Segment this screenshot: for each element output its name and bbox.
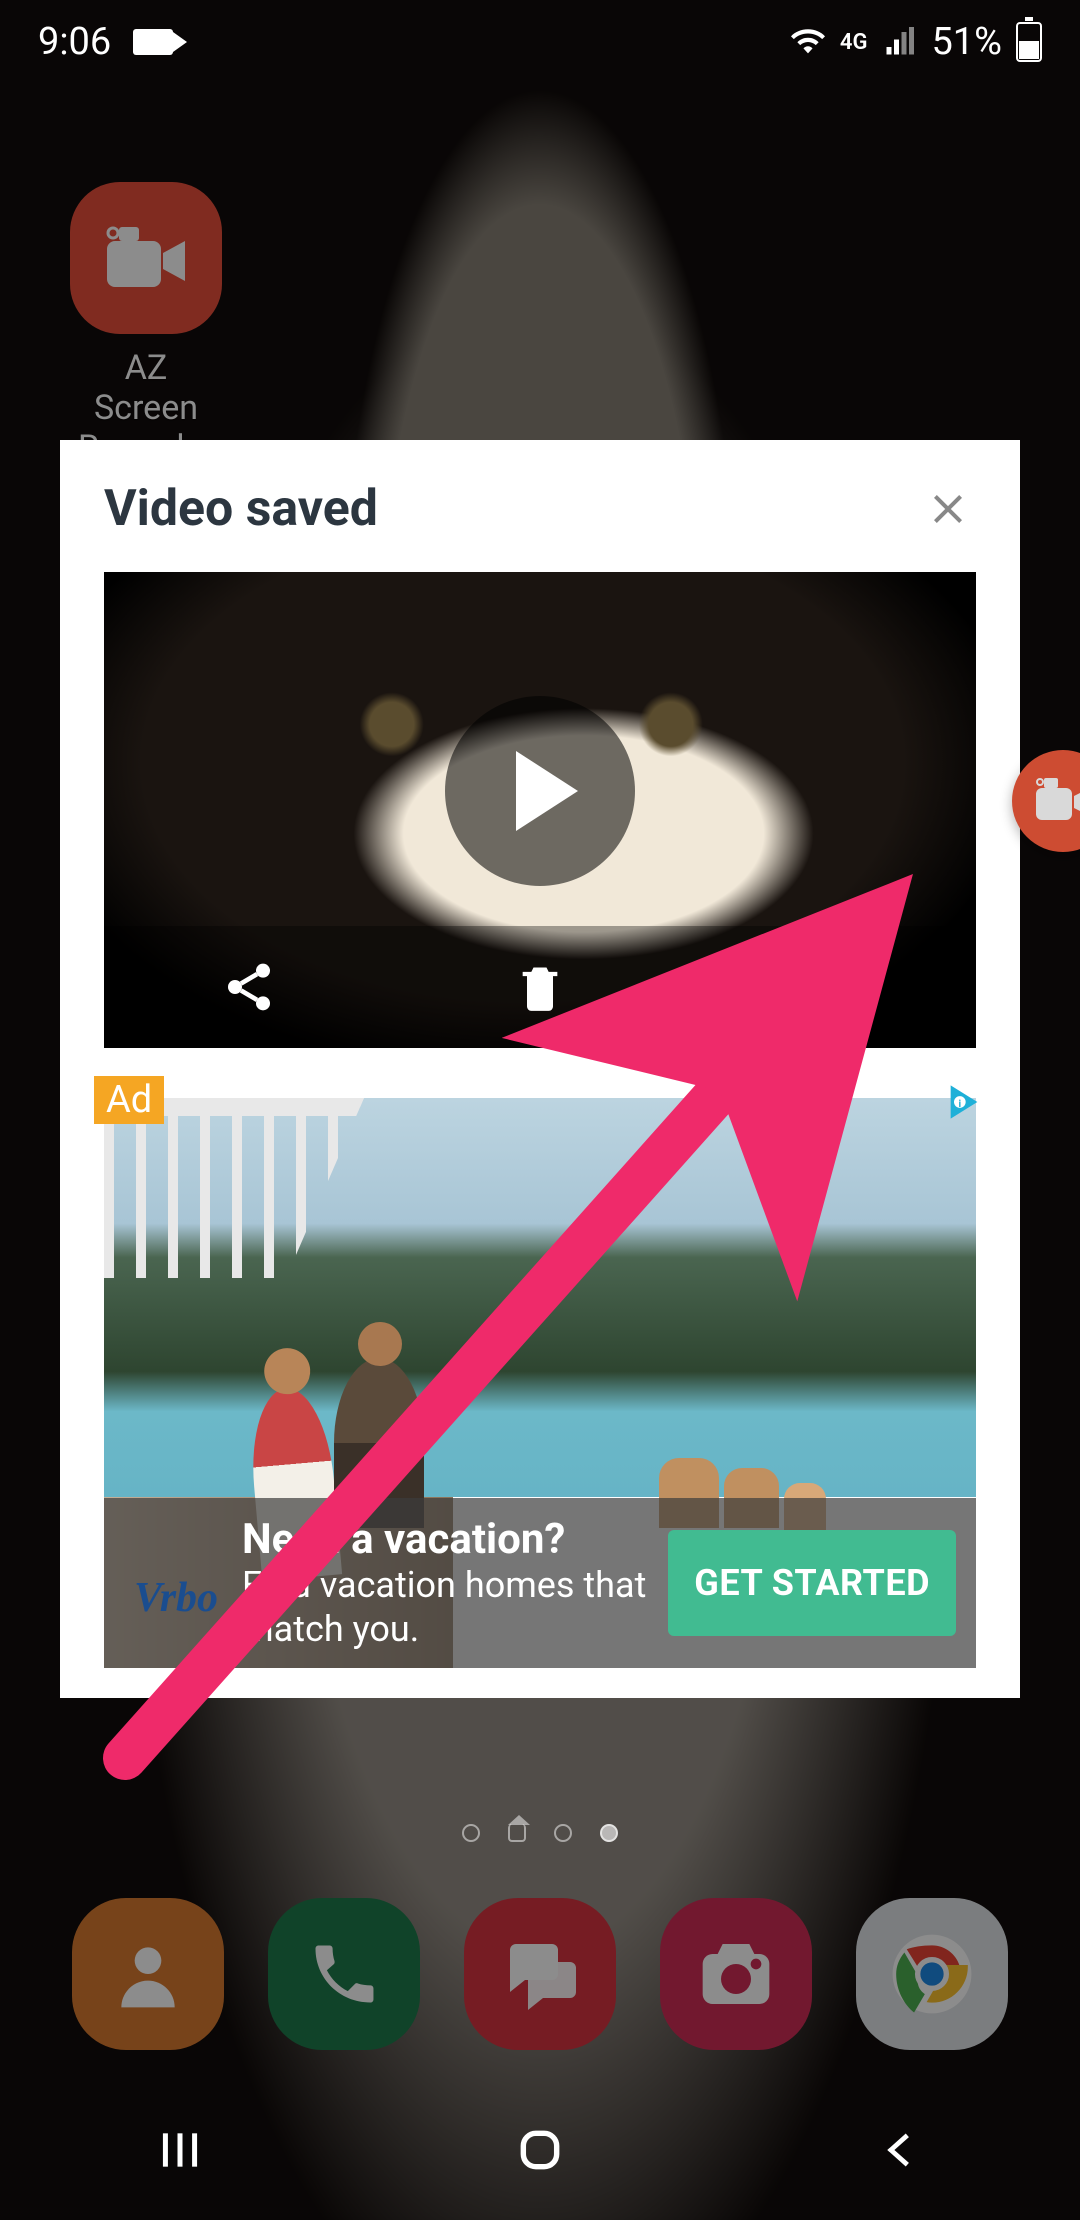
dock-chrome[interactable] [856, 1898, 1008, 2050]
battery-icon [1016, 22, 1042, 62]
ad-subline: Find vacation homes that match you. [242, 1564, 668, 1650]
ad-choices-icon: i [944, 1082, 984, 1122]
phone-icon [306, 1936, 382, 2012]
dock [0, 1898, 1080, 2050]
chrome-icon [889, 1931, 975, 2017]
dialog-title: Video saved [104, 480, 378, 538]
ad-badge: Ad [94, 1076, 164, 1124]
page-indicator [0, 1824, 1080, 1842]
ad-cta-button[interactable]: GET STARTED [668, 1530, 956, 1636]
svg-text:i: i [959, 1099, 962, 1110]
status-bar: 9:06 4G 51% [0, 0, 1080, 84]
close-icon [924, 485, 972, 533]
video-saved-dialog: Video saved A [60, 440, 1020, 1698]
ad-info-button[interactable]: i [944, 1082, 988, 1126]
delete-button[interactable] [480, 947, 600, 1027]
dock-phone[interactable] [268, 1898, 420, 2050]
recents-icon [155, 2125, 205, 2175]
video-thumbnail[interactable] [104, 572, 976, 1048]
ad-image: Vrbo Need a vacation? Find vacation home… [104, 1098, 976, 1668]
trash-icon [514, 958, 566, 1016]
navigation-bar [0, 2080, 1080, 2220]
page-dot-active [600, 1824, 618, 1842]
advertisement[interactable]: Ad i Vrbo Need a vacation? Find vacation… [104, 1098, 976, 1668]
person-icon [108, 1934, 188, 2014]
page-dot [554, 1824, 572, 1842]
app-shortcut-az-recorder[interactable]: AZ Screen Recorder [70, 182, 222, 468]
nav-home-button[interactable] [500, 2120, 580, 2180]
page-dot [462, 1824, 480, 1842]
dock-messages[interactable] [464, 1898, 616, 2050]
camcorder-icon [133, 29, 173, 55]
video-action-bar [104, 926, 976, 1048]
status-time: 9:06 [38, 20, 111, 64]
play-button[interactable] [445, 696, 635, 886]
nav-recents-button[interactable] [140, 2120, 220, 2180]
share-button[interactable] [189, 947, 309, 1027]
camera-icon [696, 1939, 776, 2009]
share-icon [221, 959, 277, 1015]
dock-contacts[interactable] [72, 1898, 224, 2050]
ad-headline: Need a vacation? [242, 1515, 668, 1564]
close-button[interactable] [920, 481, 976, 537]
wifi-icon [790, 24, 826, 60]
dock-camera[interactable] [660, 1898, 812, 2050]
signal-icon [881, 24, 917, 60]
battery-percent-label: 51% [931, 20, 1002, 64]
back-icon [878, 2125, 922, 2175]
home-page-dot [508, 1824, 526, 1842]
play-icon [516, 751, 578, 831]
network-type-label: 4G [840, 30, 868, 55]
nav-back-button[interactable] [860, 2120, 940, 2180]
magic-wand-icon [802, 958, 860, 1016]
chat-icon [498, 1936, 582, 2012]
home-nav-icon [515, 2125, 565, 2175]
ad-brand-logo: Vrbo [134, 1574, 218, 1622]
app-shortcut-icon [70, 182, 222, 334]
edit-button[interactable] [771, 947, 891, 1027]
